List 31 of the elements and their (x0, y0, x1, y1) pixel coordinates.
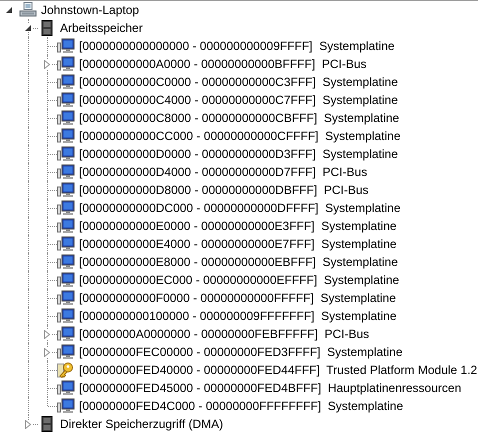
tree-item[interactable]: [00000000000DC000 - 00000000000DFFFF] Systemplatine (79, 199, 401, 217)
tree-item[interactable]: [00000000FED45000 - 00000000FED4BFFF] Hauptplatinenressourcen (79, 379, 462, 397)
tree-item[interactable]: Johnstown-Laptop (41, 1, 140, 19)
tree-item[interactable]: [00000000000C8000 - 00000000000CBFFF] Systemplatine (79, 109, 400, 127)
tree-item[interactable]: [00000000000C4000 - 00000000000C7FFF] Systemplatine (79, 91, 398, 109)
expand-arrow-icon[interactable] (43, 60, 51, 69)
tree-item[interactable]: [0000000000000000 - 000000000009FFFF] Systemplatine (79, 37, 395, 55)
tree-item[interactable]: [00000000000E4000 - 00000000000E7FFF] Systemplatine (79, 235, 397, 253)
tree-item[interactable]: [00000000000D4000 - 00000000000D7FFF] PCI-Bus (79, 163, 368, 181)
tree-item[interactable]: [00000000000D0000 - 00000000000D3FFF] Systemplatine (79, 145, 398, 163)
tree-item[interactable]: [00000000000F0000 - 00000000000FFFFF] Systemplatine (79, 289, 396, 307)
tree-item[interactable]: [00000000000D8000 - 00000000000DBFFF] PCI-Bus (79, 181, 369, 199)
tree-item[interactable]: [00000000000C0000 - 00000000000C3FFF] Systemplatine (79, 73, 398, 91)
tree-item[interactable]: [00000000000E0000 - 00000000000E3FFF] Systemplatine (79, 217, 397, 235)
tree-item[interactable]: [00000000FED40000 - 00000000FED44FFF] Trusted Platform Module 1.2 (79, 361, 478, 379)
tree-item[interactable]: Direkter Speicherzugriff (DMA) (60, 415, 224, 433)
expand-arrow-icon[interactable] (43, 330, 51, 339)
tree-item[interactable]: [00000000000E8000 - 00000000000EBFFF] Systemplatine (79, 253, 398, 271)
tree-item[interactable]: [00000000A0000000 - 00000000FEBFFFFF] PCI-Bus (79, 325, 370, 343)
memory-chip-icon (39, 416, 55, 432)
tree-item[interactable]: [00000000FEC00000 - 00000000FED3FFFF] Systemplatine (79, 343, 403, 361)
tree-item[interactable]: [00000000FED4C000 - 00000000FFFFFFFF] Systemplatine (79, 397, 404, 415)
tree-item[interactable]: [0000000000100000 - 000000009FFFFFFF] Systemplatine (79, 307, 397, 325)
expand-arrow-icon[interactable] (43, 348, 51, 357)
computer-icon (19, 2, 37, 18)
tree-item[interactable]: [00000000000A0000 - 00000000000BFFFF] PCI-Bus (79, 55, 367, 73)
tree-item[interactable]: [00000000000EC000 - 00000000000EFFFF] Systemplatine (79, 271, 400, 289)
tree-item[interactable]: [00000000000CC000 - 00000000000CFFFF] Systemplatine (79, 127, 401, 145)
tree-item[interactable]: Arbeitsspeicher (60, 19, 143, 37)
expand-arrow-icon[interactable] (24, 420, 32, 429)
memory-chip-icon (39, 20, 55, 36)
